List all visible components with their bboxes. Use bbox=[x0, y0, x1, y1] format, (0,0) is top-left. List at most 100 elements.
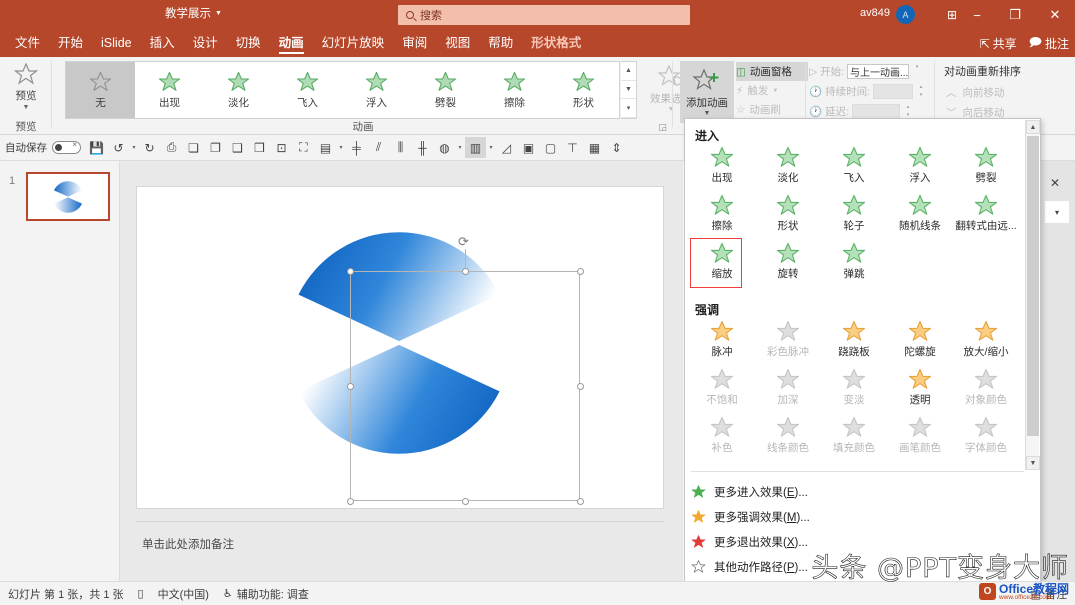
spellcheck-status[interactable]: ▯ bbox=[138, 587, 144, 600]
gallery-scroll-down-icon[interactable]: ▼ bbox=[621, 81, 636, 100]
selection-handle-nw[interactable] bbox=[347, 268, 354, 275]
ribbon-tab-5[interactable]: 切换 bbox=[227, 30, 270, 57]
effect-item-star-transparency-icon[interactable]: 透明 bbox=[887, 363, 953, 411]
effect-item-star-zoom-icon[interactable]: 缩放 bbox=[689, 237, 755, 285]
slide-thumbnail-1[interactable] bbox=[26, 172, 110, 221]
ribbon-tab-2[interactable]: iSlide bbox=[92, 30, 141, 57]
animation-gallery-item-5[interactable]: 劈裂 bbox=[411, 62, 480, 118]
copy-button[interactable]: ❐ bbox=[205, 137, 226, 158]
selection-handle-w[interactable] bbox=[347, 383, 354, 390]
gallery-scroll-buttons[interactable]: ▲ ▼ ▾ bbox=[621, 61, 637, 119]
dropdown-arrow-icon[interactable]: ▾ bbox=[337, 137, 345, 158]
selection-handle-se[interactable] bbox=[577, 498, 584, 505]
animation-gallery-item-3[interactable]: 飞入 bbox=[273, 62, 342, 118]
duration-spinner[interactable]: ▴ ▾ bbox=[916, 84, 926, 99]
ribbon-tab-7[interactable]: 幻灯片放映 bbox=[313, 30, 394, 57]
autosave-control[interactable]: 自动保存 bbox=[5, 140, 81, 155]
selection-handle-n[interactable] bbox=[462, 268, 469, 275]
start-dropdown-arrow-icon[interactable]: ▾ bbox=[912, 64, 922, 79]
avatar[interactable]: A bbox=[896, 5, 915, 24]
move-earlier-button[interactable]: ︿ 向前移动 bbox=[946, 85, 1005, 100]
shape-effects-button[interactable]: ◿ bbox=[496, 137, 517, 158]
animation-pane-collapse-icon[interactable]: ▾ bbox=[1045, 201, 1069, 223]
ribbon-tab-6[interactable]: 动画 bbox=[270, 30, 313, 57]
effect-item-star-pulse-icon[interactable]: 脉冲 bbox=[689, 315, 755, 363]
align-middle-button[interactable]: ╫ bbox=[412, 137, 433, 158]
select-objects-button[interactable]: ⊡ bbox=[271, 137, 292, 158]
animation-gallery-item-0[interactable]: 无 bbox=[66, 62, 135, 118]
preview-button[interactable]: 预览 ▼ bbox=[6, 61, 46, 119]
autosave-toggle[interactable] bbox=[52, 140, 81, 154]
delay-input[interactable] bbox=[852, 104, 900, 119]
animation-gallery[interactable]: 无 出现 淡化 飞入 浮入 劈裂 擦除 形状 bbox=[65, 61, 620, 119]
effect-item-star-fade-icon[interactable]: 淡化 bbox=[755, 141, 821, 189]
slide-canvas[interactable]: ⟳ bbox=[136, 186, 664, 509]
align-left-button[interactable]: ▤ bbox=[315, 137, 336, 158]
ribbon-tab-shape-format[interactable]: 形状格式 bbox=[522, 30, 590, 57]
effect-item-star-random-bars-icon[interactable]: 随机线条 bbox=[887, 189, 953, 237]
ribbon-display-options-icon[interactable]: ⊞ bbox=[947, 8, 957, 22]
selection-handle-e[interactable] bbox=[577, 383, 584, 390]
effect-item-star-sparkle-icon[interactable]: 出现 bbox=[689, 141, 755, 189]
share-button[interactable]: ⇱ 共享 bbox=[980, 35, 1017, 52]
send-backward-button[interactable]: ▢ bbox=[540, 137, 561, 158]
bring-forward-button[interactable]: ▣ bbox=[518, 137, 539, 158]
animation-pane-close-icon[interactable]: ✕ bbox=[1050, 176, 1060, 190]
distribute-v-button[interactable]: ⫼ bbox=[390, 137, 411, 158]
size-button[interactable]: ⇕ bbox=[606, 137, 627, 158]
chart-button[interactable]: ▦ bbox=[584, 137, 605, 158]
rotate-handle[interactable]: ⟳ bbox=[458, 234, 469, 250]
effect-item-star-float-in-icon[interactable]: 浮入 bbox=[887, 141, 953, 189]
effect-item-star-spin-emph-icon[interactable]: 陀螺旋 bbox=[887, 315, 953, 363]
paste-button[interactable]: ❑ bbox=[227, 137, 248, 158]
selection-handle-s[interactable] bbox=[462, 498, 469, 505]
delay-spinner[interactable]: ▴ ▾ bbox=[903, 104, 913, 119]
text-direction-button[interactable]: ⊤ bbox=[562, 137, 583, 158]
merge-shapes-button[interactable]: ▥ bbox=[465, 137, 486, 158]
dropdown-menu-item-2[interactable]: 更多退出效果(X)... bbox=[691, 529, 1021, 554]
effect-item-star-teeter-icon[interactable]: 跷跷板 bbox=[821, 315, 887, 363]
ribbon-tab-1[interactable]: 开始 bbox=[49, 30, 92, 57]
close-button[interactable]: ✕ bbox=[1035, 0, 1075, 30]
accessibility-status[interactable]: ♿ 辅助功能: 调查 bbox=[223, 586, 309, 602]
dropdown-arrow-icon[interactable]: ▾ bbox=[456, 137, 464, 158]
distribute-h-button[interactable]: ⫽ bbox=[368, 137, 389, 158]
ribbon-tab-4[interactable]: 设计 bbox=[184, 30, 227, 57]
scrollbar-thumb[interactable] bbox=[1027, 136, 1039, 436]
dropdown-menu-item-1[interactable]: 更多强调效果(M)... bbox=[691, 504, 1021, 529]
animation-pane-button[interactable]: ◫ 动画窗格 bbox=[736, 62, 808, 81]
ribbon-tab-0[interactable]: 文件 bbox=[6, 30, 49, 57]
format-painter-button[interactable]: ❒ bbox=[249, 137, 270, 158]
dropdown-menu-item-3[interactable]: 其他动作路径(P)... bbox=[691, 554, 1021, 579]
effect-item-star-split-icon[interactable]: 劈裂 bbox=[953, 141, 1019, 189]
search-box[interactable]: 搜索 bbox=[398, 5, 690, 25]
dropdown-arrow-icon[interactable]: ▾ bbox=[130, 137, 138, 158]
undo-button[interactable]: ↺ bbox=[108, 137, 129, 158]
effect-item-star-wipe-icon[interactable]: 擦除 bbox=[689, 189, 755, 237]
save-button[interactable]: 💾 bbox=[86, 137, 107, 158]
minimize-button[interactable]: − bbox=[957, 0, 997, 30]
group-button[interactable]: ⛶ bbox=[293, 137, 314, 158]
effect-item-star-bounce-icon[interactable]: 弹跳 bbox=[821, 237, 887, 285]
ribbon-tab-3[interactable]: 插入 bbox=[141, 30, 184, 57]
start-value-select[interactable]: 与上一动画... bbox=[847, 64, 909, 79]
effect-item-star-flip-icon[interactable]: 翻转式由远... bbox=[953, 189, 1019, 237]
effect-item-star-fly-in-icon[interactable]: 飞入 bbox=[821, 141, 887, 189]
dropdown-menu-item-0[interactable]: 更多进入效果(E)... bbox=[691, 479, 1021, 504]
gallery-more-icon[interactable]: ▾ bbox=[621, 99, 636, 119]
dropdown-scrollbar[interactable]: ▲ ▼ bbox=[1025, 120, 1040, 470]
add-animation-button[interactable]: 添加动画 ▼ bbox=[680, 61, 734, 123]
scroll-up-icon[interactable]: ▲ bbox=[1026, 120, 1040, 134]
trigger-button[interactable]: ⚡ 触发 ▼ bbox=[736, 81, 808, 100]
notes-pane[interactable]: 单击此处添加备注 bbox=[136, 521, 664, 567]
gallery-scroll-up-icon[interactable]: ▲ bbox=[621, 62, 636, 81]
restore-button[interactable]: ❐ bbox=[995, 0, 1035, 30]
align-center-button[interactable]: ╪ bbox=[346, 137, 367, 158]
redo-button[interactable]: ↻ bbox=[139, 137, 160, 158]
animation-gallery-item-2[interactable]: 淡化 bbox=[204, 62, 273, 118]
animation-dialog-launcher[interactable]: ◲ bbox=[658, 122, 667, 133]
presentation-title[interactable]: 教学展示 ▼ bbox=[165, 5, 222, 21]
effect-item-star-wheel-icon[interactable]: 轮子 bbox=[821, 189, 887, 237]
effect-item-star-shape-icon[interactable]: 形状 bbox=[755, 189, 821, 237]
animation-gallery-item-4[interactable]: 浮入 bbox=[342, 62, 411, 118]
